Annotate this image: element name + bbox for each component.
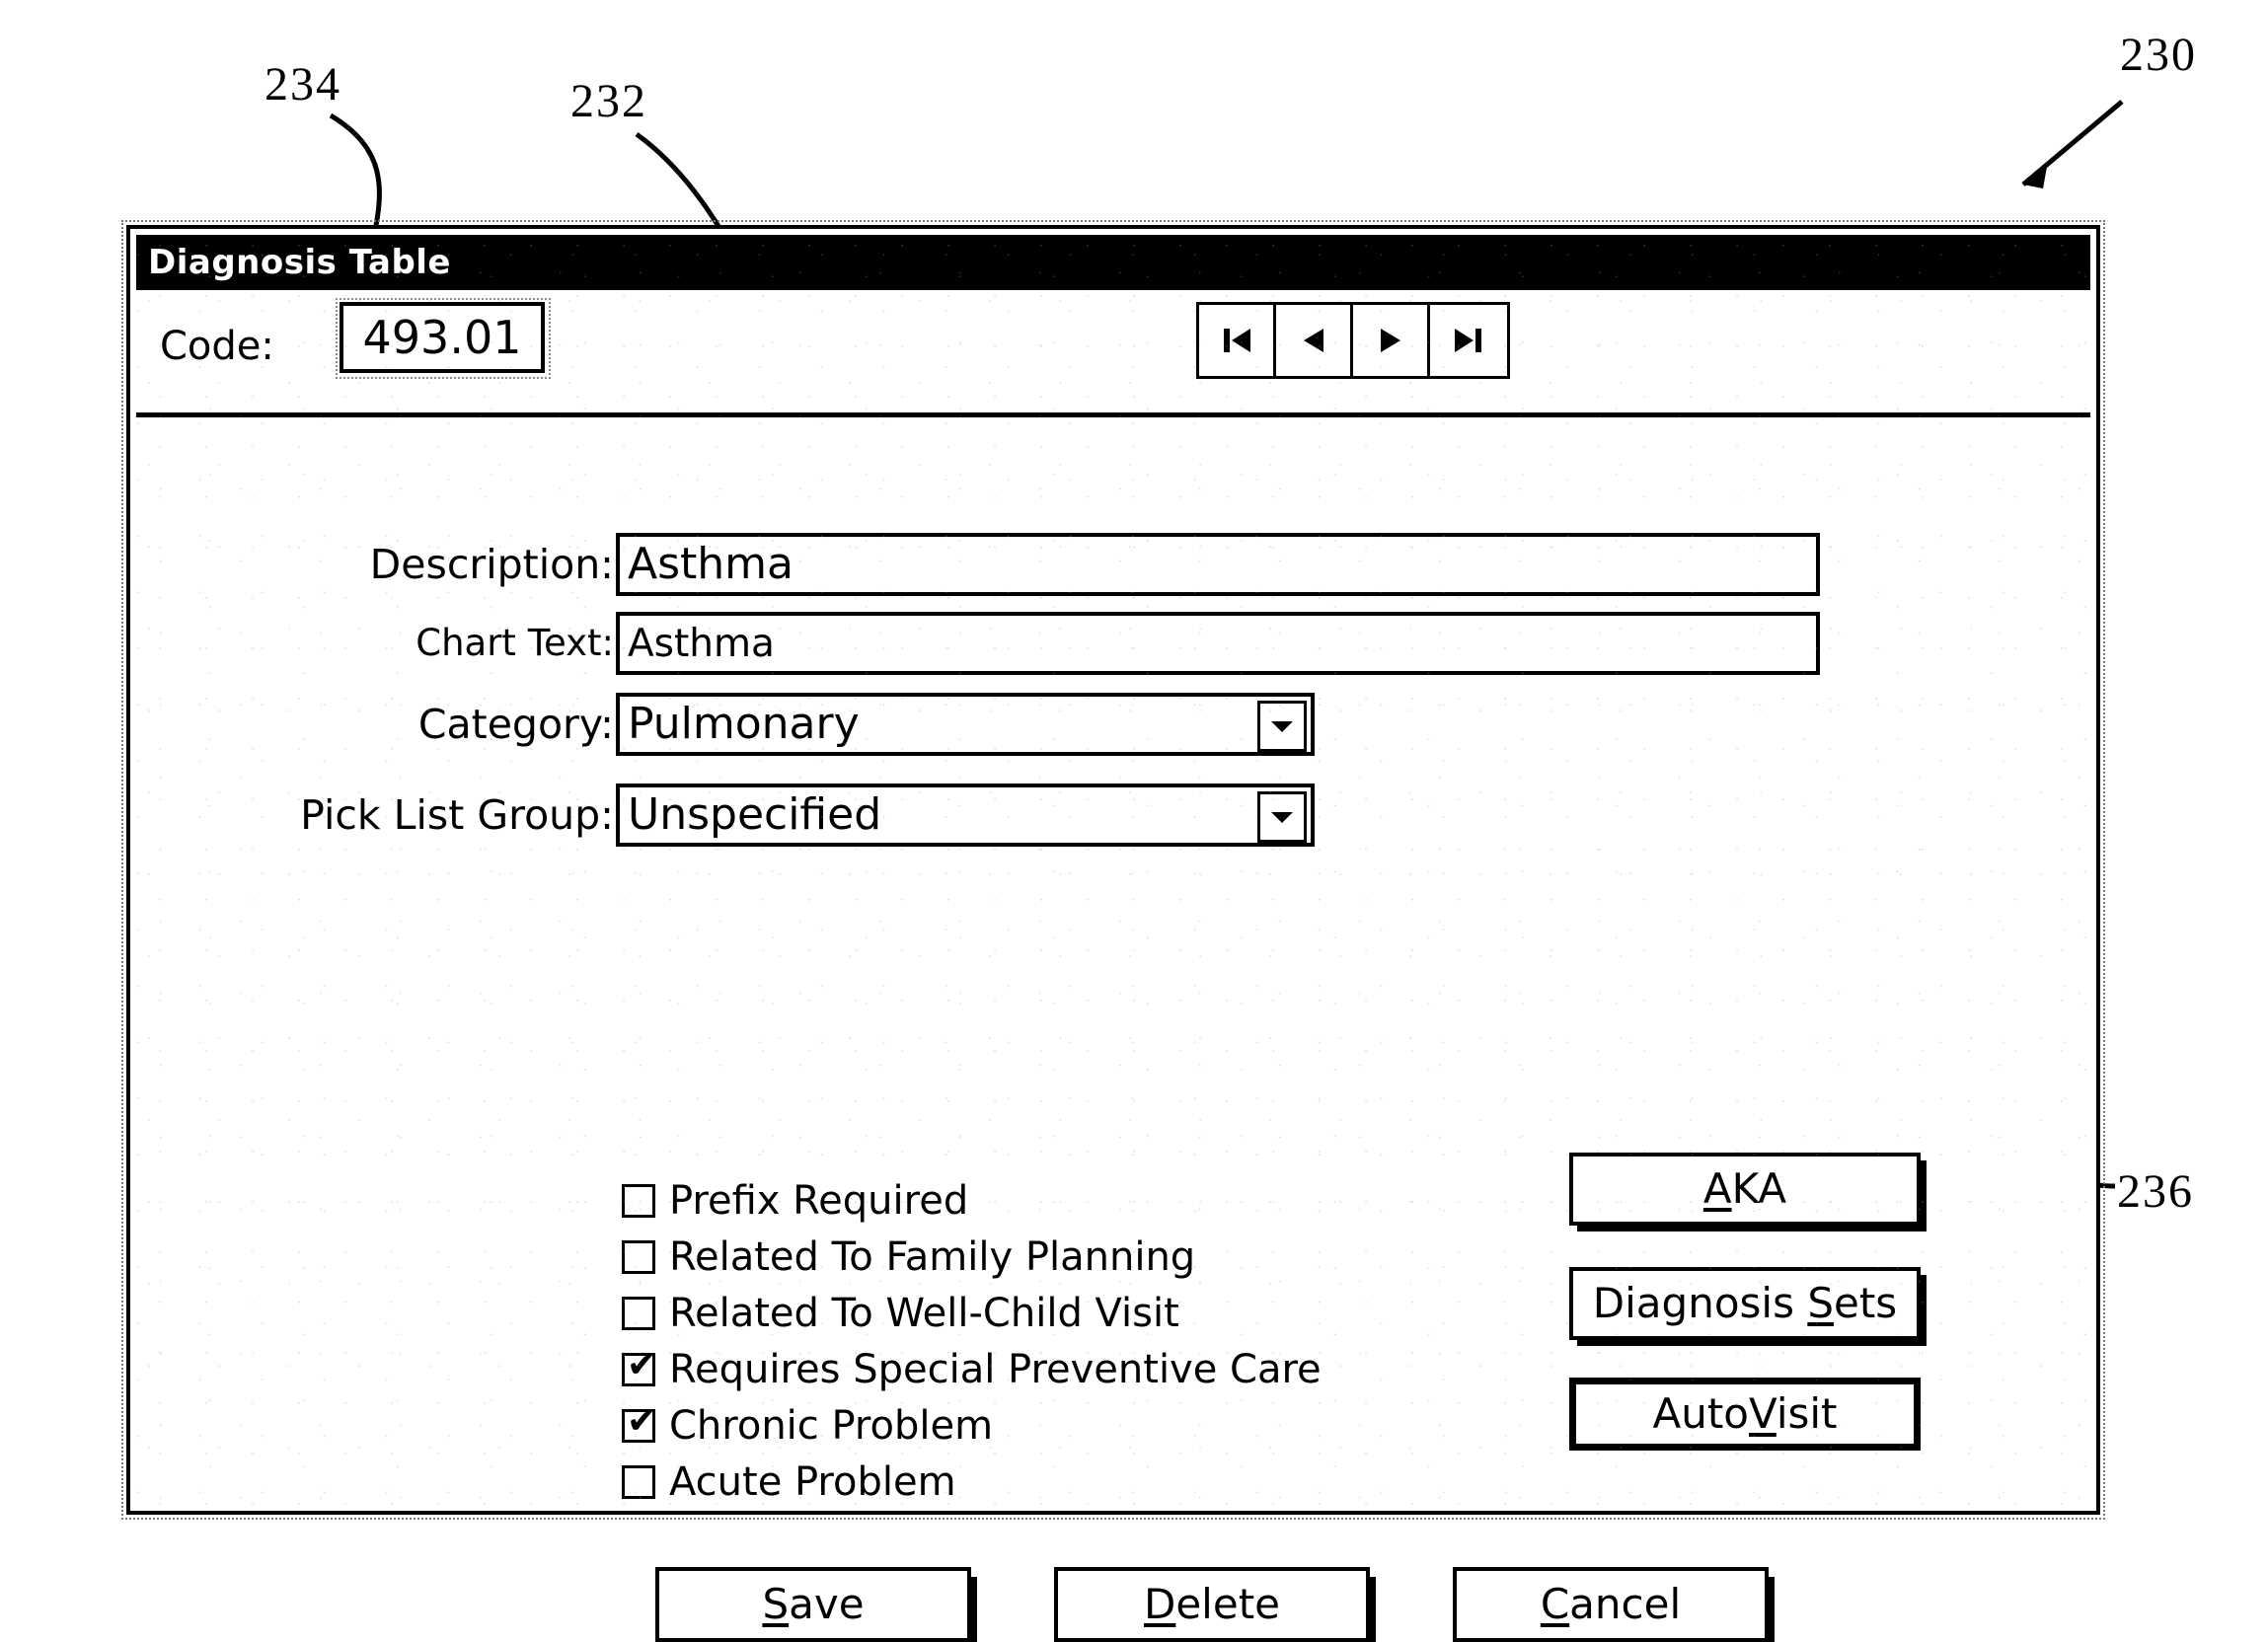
checkbox-label: Related To Family Planning (669, 1233, 1196, 1280)
reference-numeral-230: 230 (2120, 29, 2197, 81)
first-record-button[interactable] (1199, 305, 1276, 376)
diagnosis-sets-button[interactable]: Diagnosis Sets (1569, 1267, 1921, 1340)
window-title: Diagnosis Table (148, 243, 451, 282)
chevron-down-glyph (1271, 721, 1293, 732)
autovisit-button-label: AutoVisit (1652, 1389, 1838, 1438)
checkbox-label: Requires Special Preventive Care (669, 1346, 1322, 1392)
chart-text-value: Asthma (628, 621, 775, 666)
delete-button-label: Delete (1144, 1580, 1280, 1628)
title-bar: Diagnosis Table (136, 235, 2090, 290)
checkbox-requires-special-preventive-care[interactable]: ✔ (622, 1347, 656, 1386)
check-icon: ✔ (627, 1344, 657, 1385)
checkbox-acute-problem[interactable] (622, 1464, 655, 1499)
diagnosis-sets-rest: ets (1833, 1279, 1898, 1327)
diagnosis-table-dialog: Diagnosis Table Code: 493.01 Description… (121, 220, 2105, 1642)
code-label: Code: (160, 324, 274, 369)
checkbox-related-to-well-child-visit[interactable] (622, 1296, 655, 1330)
reference-numeral-236: 236 (2117, 1165, 2194, 1218)
code-input[interactable]: 493.01 (336, 298, 551, 379)
save-button[interactable]: Save (655, 1567, 971, 1642)
chevron-down-icon[interactable] (1257, 701, 1307, 752)
field-row-chart-text: Chart Text: (130, 612, 614, 675)
pick-list-group-combobox[interactable]: Unspecified (616, 784, 1315, 847)
checkbox-row-prefix-required[interactable]: Prefix Required (622, 1172, 1322, 1229)
previous-record-button[interactable] (1276, 305, 1353, 376)
reference-numeral-234: 234 (265, 58, 341, 111)
chevron-down-icon[interactable] (1257, 791, 1307, 843)
category-label: Category: (417, 701, 614, 748)
first-record-icon (1223, 329, 1250, 352)
save-button-label: Save (762, 1580, 865, 1628)
checkbox-label: Related To Well-Child Visit (669, 1290, 1179, 1336)
checkbox-label: Chronic Problem (669, 1402, 994, 1449)
checkbox-chronic-problem[interactable]: ✔ (622, 1403, 656, 1443)
previous-record-icon (1303, 329, 1323, 352)
next-record-icon (1380, 329, 1400, 352)
header-separator (136, 412, 2090, 417)
autovisit-prefix: Auto (1652, 1389, 1749, 1438)
delete-rest: elete (1175, 1580, 1280, 1628)
autovisit-rest: isit (1776, 1389, 1838, 1438)
check-icon: ✔ (627, 1400, 657, 1442)
checkbox-row-requires-special-preventive-care[interactable]: ✔ Requires Special Preventive Care (622, 1341, 1322, 1397)
next-record-button[interactable] (1353, 305, 1430, 376)
autovisit-button[interactable]: AutoVisit (1569, 1378, 1921, 1451)
field-row-description: Description: (130, 533, 614, 596)
field-row-pick-list-group: Pick List Group: (130, 784, 614, 847)
pick-list-group-value: Unspecified (628, 789, 882, 840)
checkbox-row-chronic-problem[interactable]: ✔ Chronic Problem (622, 1397, 1322, 1454)
checkbox-row-related-to-family-planning[interactable]: Related To Family Planning (622, 1229, 1322, 1285)
checkbox-row-acute-problem[interactable]: Acute Problem (622, 1454, 1322, 1510)
pick-list-group-label: Pick List Group: (300, 791, 614, 839)
cancel-button[interactable]: Cancel (1453, 1567, 1769, 1642)
aka-button[interactable]: AKA (1569, 1153, 1921, 1226)
form-area: Description: Asthma Chart Text: Asthma C… (130, 422, 2096, 1642)
code-value: 493.01 (362, 311, 522, 364)
description-value: Asthma (628, 539, 794, 589)
cancel-rest: ancel (1569, 1580, 1682, 1628)
last-record-icon (1455, 329, 1481, 352)
checkbox-prefix-required[interactable] (622, 1183, 655, 1218)
record-navigation-toolbar (1196, 302, 1510, 379)
checkbox-label: Prefix Required (669, 1177, 969, 1224)
description-label: Description: (369, 541, 614, 588)
delete-button[interactable]: Delete (1054, 1567, 1370, 1642)
cancel-button-label: Cancel (1540, 1580, 1682, 1628)
category-combobox[interactable]: Pulmonary (616, 693, 1315, 756)
category-value: Pulmonary (628, 699, 860, 749)
chart-text-label: Chart Text: (416, 622, 614, 664)
code-row: Code: 493.01 (130, 290, 2096, 410)
diagnosis-sets-prefix: Diagnosis (1592, 1279, 1808, 1327)
aka-button-rest: KA (1731, 1164, 1787, 1213)
diagnosis-sets-button-label: Diagnosis Sets (1592, 1279, 1898, 1327)
chart-text-input[interactable]: Asthma (616, 612, 1820, 675)
leader-line-230 (2021, 100, 2124, 188)
save-rest: ave (789, 1580, 865, 1628)
checkbox-row-related-to-well-child-visit[interactable]: Related To Well-Child Visit (622, 1285, 1322, 1341)
last-record-button[interactable] (1430, 305, 1507, 376)
checkbox-related-to-family-planning[interactable] (622, 1239, 655, 1274)
options-checkbox-list: Prefix Required Related To Family Planni… (622, 1172, 1322, 1510)
aka-button-label: AKA (1702, 1164, 1787, 1213)
checkbox-label: Acute Problem (669, 1458, 956, 1505)
reference-numeral-232: 232 (570, 75, 647, 127)
description-input[interactable]: Asthma (616, 533, 1820, 596)
field-row-category: Category: (130, 693, 614, 756)
chevron-down-glyph (1271, 812, 1293, 823)
leader-line-234 (329, 112, 382, 241)
